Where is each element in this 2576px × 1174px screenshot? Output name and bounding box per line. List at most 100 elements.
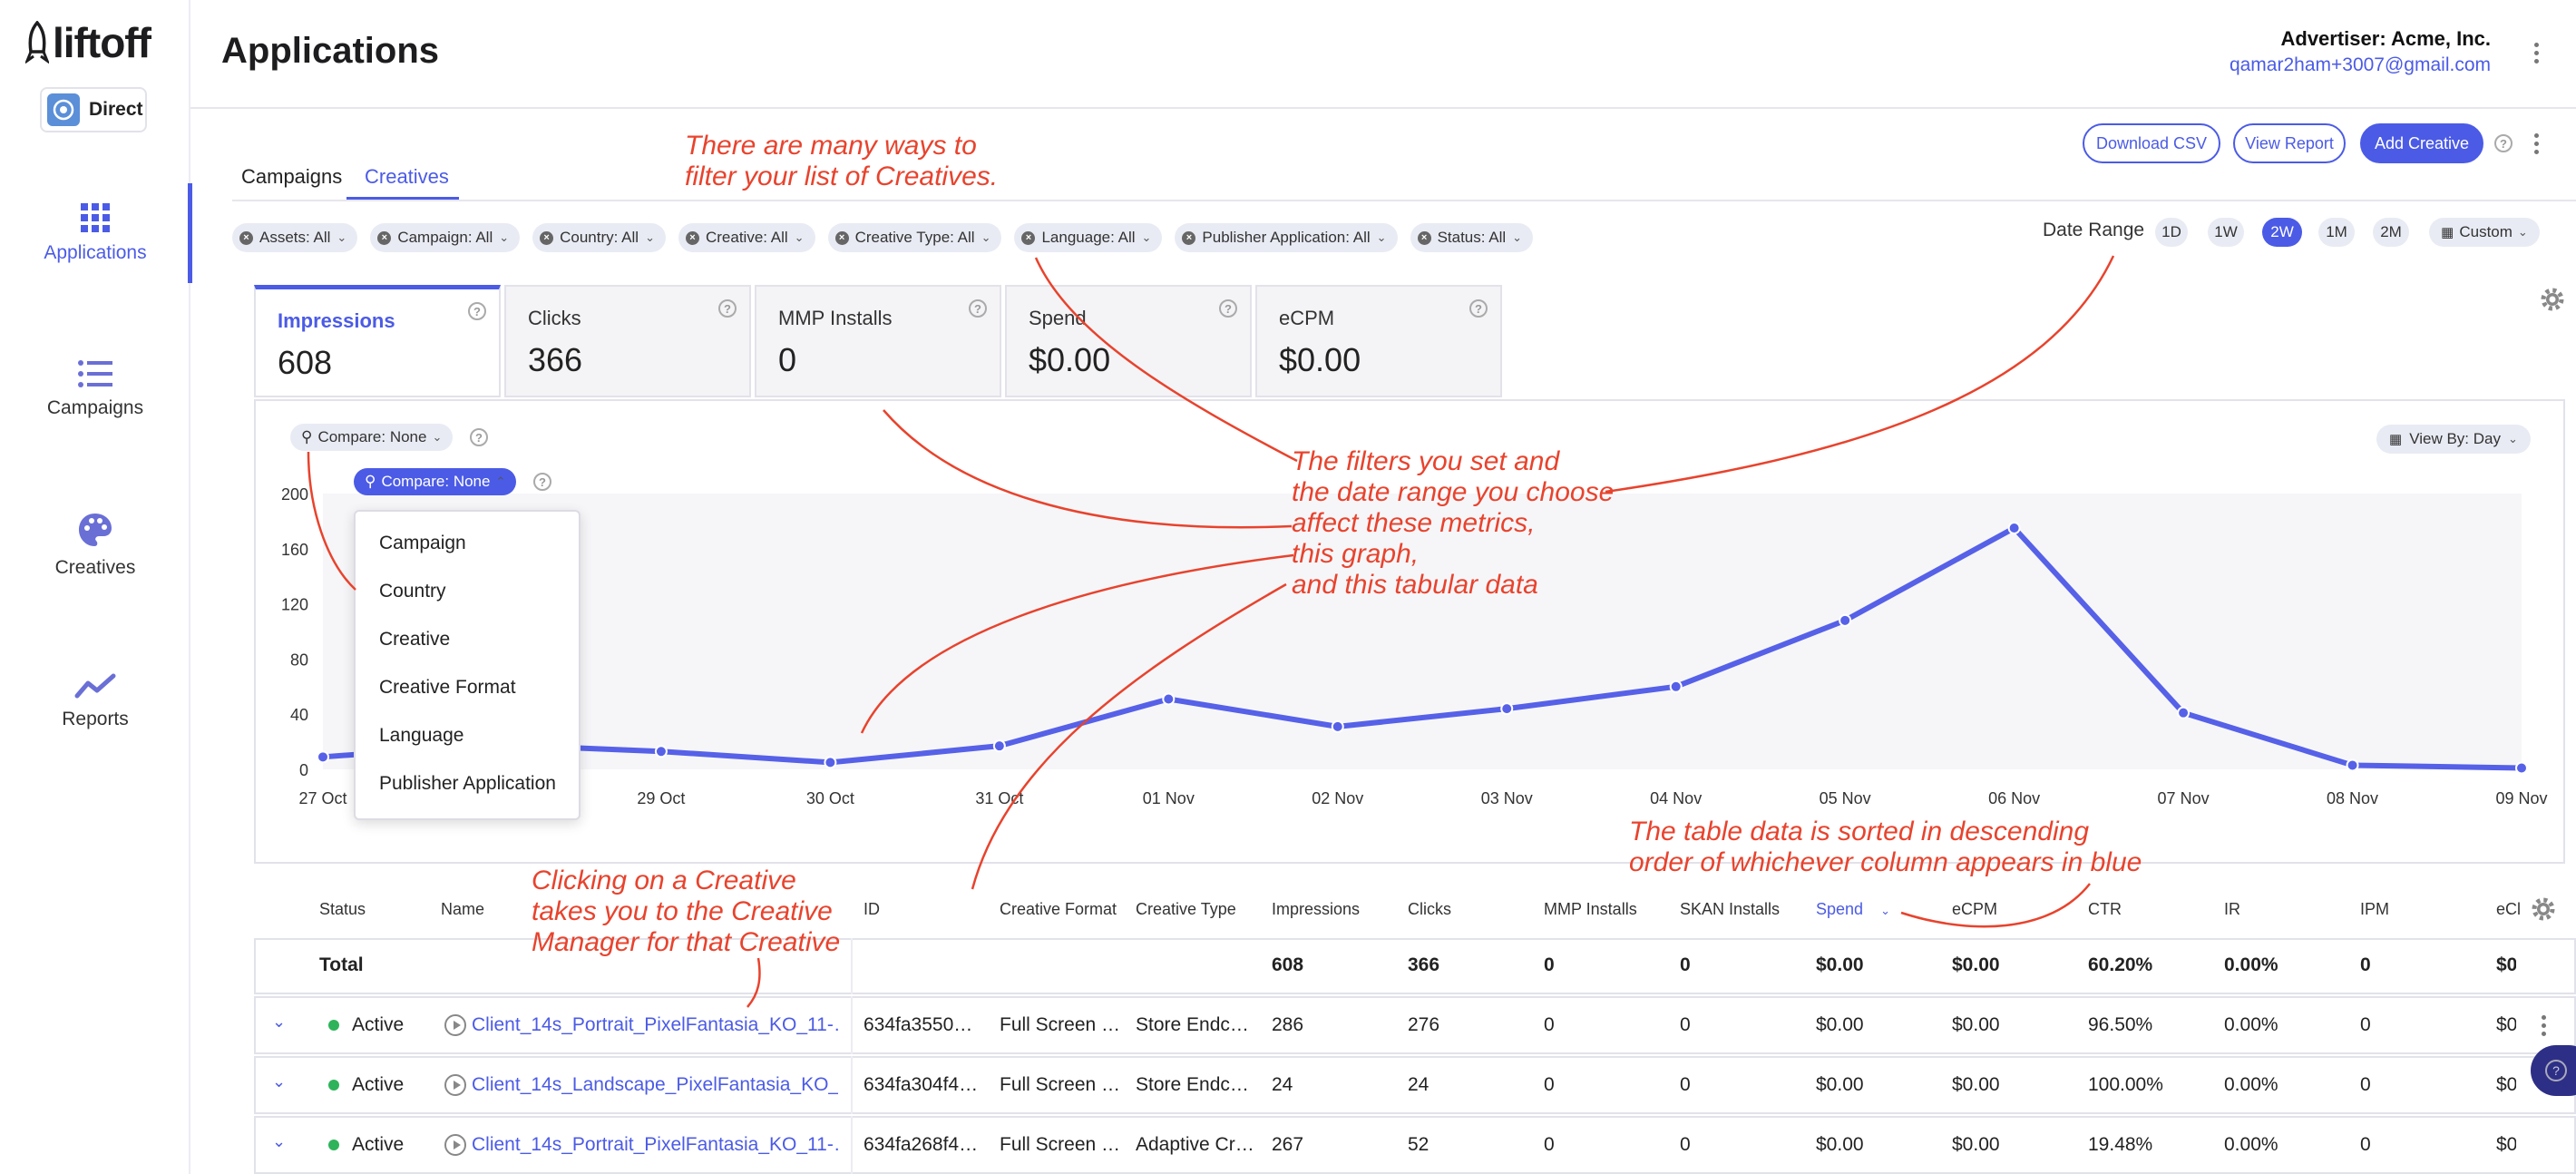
- table-cell: 0: [1680, 1014, 1691, 1035]
- column-header-ipm[interactable]: IPM: [2360, 900, 2389, 919]
- status-cell: Active: [328, 1134, 404, 1156]
- expand-row-icon[interactable]: ⌄: [272, 1013, 286, 1032]
- play-preview-icon[interactable]: [444, 1014, 466, 1036]
- metric-value: 0: [778, 341, 797, 378]
- compare-dropdown-open[interactable]: ⚲ Compare: None ⌃: [354, 468, 517, 495]
- column-header-mmp-installs[interactable]: MMP Installs: [1544, 900, 1637, 919]
- support-chat-button[interactable]: ?: [2531, 1045, 2576, 1096]
- filter-country[interactable]: × Country: All ⌄: [532, 223, 666, 252]
- tab-creatives[interactable]: Creatives: [365, 165, 449, 189]
- compare-option-creative-format[interactable]: Creative Format: [356, 663, 579, 711]
- account-menu-icon[interactable]: [2525, 34, 2547, 71]
- clear-icon[interactable]: ×: [540, 230, 554, 245]
- clear-icon[interactable]: ×: [377, 230, 392, 245]
- tab-campaigns[interactable]: Campaigns: [241, 165, 342, 189]
- creative-name-link[interactable]: Client_14s_Portrait_PixelFantasia_KO_11-…: [472, 1014, 838, 1036]
- compare-option-language[interactable]: Language: [356, 711, 579, 759]
- toolbar-menu-icon[interactable]: [2525, 125, 2547, 161]
- date-range-label: Date Range: [2043, 220, 2145, 240]
- sidebar-item-creatives[interactable]: Creatives: [0, 495, 190, 595]
- column-header-skan-installs[interactable]: SKAN Installs: [1680, 900, 1780, 919]
- compare-option-publisher-application[interactable]: Publisher Application: [356, 759, 579, 807]
- add-creative-button[interactable]: Add Creative: [2360, 123, 2483, 163]
- metric-card-impressions[interactable]: Impressions 608 ?: [254, 285, 501, 397]
- compare-option-campaign[interactable]: Campaign: [356, 519, 579, 567]
- help-icon[interactable]: ?: [2494, 134, 2513, 152]
- column-header-name[interactable]: Name: [441, 900, 484, 919]
- column-header-creative-format[interactable]: Creative Format: [1000, 900, 1117, 919]
- table-cell: 0: [1544, 1074, 1555, 1095]
- play-preview-icon[interactable]: [444, 1074, 466, 1096]
- column-header-ir[interactable]: IR: [2224, 900, 2240, 919]
- compare-dropdown[interactable]: ⚲ Compare: None ⌄: [290, 424, 454, 451]
- clear-icon[interactable]: ×: [239, 230, 253, 245]
- clear-icon[interactable]: ×: [1182, 230, 1196, 245]
- format-cell: Full Screen …: [1000, 1014, 1121, 1035]
- help-icon[interactable]: ?: [969, 299, 987, 318]
- sidebar-item-reports[interactable]: Reports: [0, 651, 190, 751]
- view-by-dropdown[interactable]: ▦ View By: Day ⌄: [2376, 425, 2531, 454]
- metric-card-clicks[interactable]: Clicks 366 ?: [504, 285, 751, 397]
- row-menu-icon[interactable]: [2532, 1007, 2554, 1043]
- download-csv-button[interactable]: Download CSV: [2083, 123, 2220, 163]
- column-header-clicks[interactable]: Clicks: [1408, 900, 1451, 919]
- page-title: Applications: [221, 31, 440, 71]
- help-icon[interactable]: ?: [470, 428, 488, 446]
- expand-row-icon[interactable]: ⌄: [272, 1072, 286, 1091]
- help-icon[interactable]: ?: [468, 302, 486, 320]
- metric-card-mmp-installs[interactable]: MMP Installs 0 ?: [755, 285, 1001, 397]
- column-header-id[interactable]: ID: [864, 900, 880, 919]
- clear-icon[interactable]: ×: [834, 230, 849, 245]
- chevron-down-icon: ⌄: [337, 230, 347, 244]
- table-settings-gear-icon[interactable]: [2531, 896, 2556, 922]
- filter-status[interactable]: × Status: All ⌄: [1410, 223, 1534, 252]
- column-header-ecpm[interactable]: eCPM: [1952, 900, 1997, 919]
- date-range-custom[interactable]: ▦ Custom ⌄: [2429, 218, 2540, 247]
- column-header-ctr[interactable]: CTR: [2088, 900, 2122, 919]
- date-range-2w[interactable]: 2W: [2262, 218, 2302, 247]
- creative-name-link[interactable]: Client_14s_Portrait_PixelFantasia_KO_11-…: [472, 1134, 838, 1156]
- metric-card-spend[interactable]: Spend $0.00 ?: [1005, 285, 1252, 397]
- date-range-1m[interactable]: 1M: [2318, 218, 2355, 247]
- help-icon[interactable]: ?: [1219, 299, 1237, 318]
- liftoff-logo[interactable]: liftoff: [25, 18, 151, 67]
- active-tab-indicator: [346, 197, 459, 200]
- metric-card-ecpm[interactable]: eCPM $0.00 ?: [1255, 285, 1502, 397]
- compare-option-country[interactable]: Country: [356, 567, 579, 615]
- account-email[interactable]: qamar2ham+3007@gmail.com: [2230, 54, 2491, 76]
- column-header-creative-type[interactable]: Creative Type: [1136, 900, 1236, 919]
- view-report-button[interactable]: View Report: [2233, 123, 2346, 163]
- filter-creative-type[interactable]: × Creative Type: All ⌄: [827, 223, 1002, 252]
- creative-name-link[interactable]: Client_14s_Landscape_PixelFantasia_KO_…: [472, 1074, 838, 1096]
- clear-icon[interactable]: ×: [685, 230, 699, 245]
- help-icon[interactable]: ?: [718, 299, 737, 318]
- date-range-1w[interactable]: 1W: [2208, 218, 2244, 247]
- filter-assets[interactable]: × Assets: All ⌄: [232, 223, 358, 252]
- date-range-2m[interactable]: 2M: [2373, 218, 2409, 247]
- clear-icon[interactable]: ×: [1417, 230, 1431, 245]
- sidebar-item-applications[interactable]: Applications: [0, 183, 192, 283]
- column-header-status[interactable]: Status: [319, 900, 366, 919]
- table-cell: 24: [1272, 1074, 1293, 1095]
- settings-gear-icon[interactable]: [2540, 287, 2565, 312]
- filter-campaign[interactable]: × Campaign: All ⌄: [370, 223, 521, 252]
- column-header-ecl[interactable]: eCl: [2496, 900, 2521, 919]
- table-cell: $0: [2496, 1074, 2516, 1095]
- clear-icon[interactable]: ×: [1021, 230, 1036, 245]
- expand-row-icon[interactable]: ⌄: [272, 1132, 286, 1151]
- help-icon[interactable]: ?: [533, 473, 551, 491]
- metric-value: $0.00: [1279, 341, 1361, 378]
- sidebar-item-campaigns[interactable]: Campaigns: [0, 339, 190, 439]
- column-header-impressions[interactable]: Impressions: [1272, 900, 1360, 919]
- column-header-spend[interactable]: Spend ⌄: [1816, 900, 1890, 919]
- account-type-switcher[interactable]: Direct: [40, 87, 147, 132]
- help-icon[interactable]: ?: [1469, 299, 1488, 318]
- date-range-1d[interactable]: 1D: [2155, 218, 2188, 247]
- play-preview-icon[interactable]: [444, 1134, 466, 1156]
- filter-publisher-application[interactable]: × Publisher Application: All ⌄: [1175, 223, 1398, 252]
- filter-language[interactable]: × Language: All ⌄: [1014, 223, 1163, 252]
- compare-option-creative[interactable]: Creative: [356, 615, 579, 663]
- annotation-filters: There are many ways to filter your list …: [685, 131, 999, 191]
- filter-creative[interactable]: × Creative: All ⌄: [678, 223, 815, 252]
- table-cell: 96.50%: [2088, 1014, 2153, 1035]
